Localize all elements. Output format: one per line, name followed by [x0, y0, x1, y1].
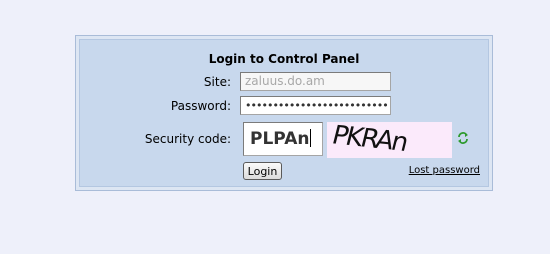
lost-password-link[interactable]: Lost password — [409, 165, 480, 176]
password-label: Password: — [170, 99, 231, 113]
panel-title: Login to Control Panel — [208, 52, 360, 66]
password-field[interactable]: •••••••••••••••••••••••••• — [240, 96, 391, 115]
login-panel: Login to Control Panel Site: zaluus.do.a… — [75, 35, 493, 191]
security-code-value: PLPAn — [250, 129, 310, 149]
security-code-label: Security code: — [144, 132, 231, 146]
captcha-image: PKRAn — [327, 122, 452, 158]
refresh-arrows-icon[interactable] — [456, 131, 470, 145]
security-code-field[interactable]: PLPAn — [243, 122, 323, 156]
login-panel-body: Login to Control Panel Site: zaluus.do.a… — [79, 39, 489, 187]
text-caret — [310, 129, 312, 147]
site-label: Site: — [203, 75, 231, 89]
site-field[interactable]: zaluus.do.am — [240, 72, 391, 91]
login-button[interactable]: Login — [243, 162, 282, 180]
